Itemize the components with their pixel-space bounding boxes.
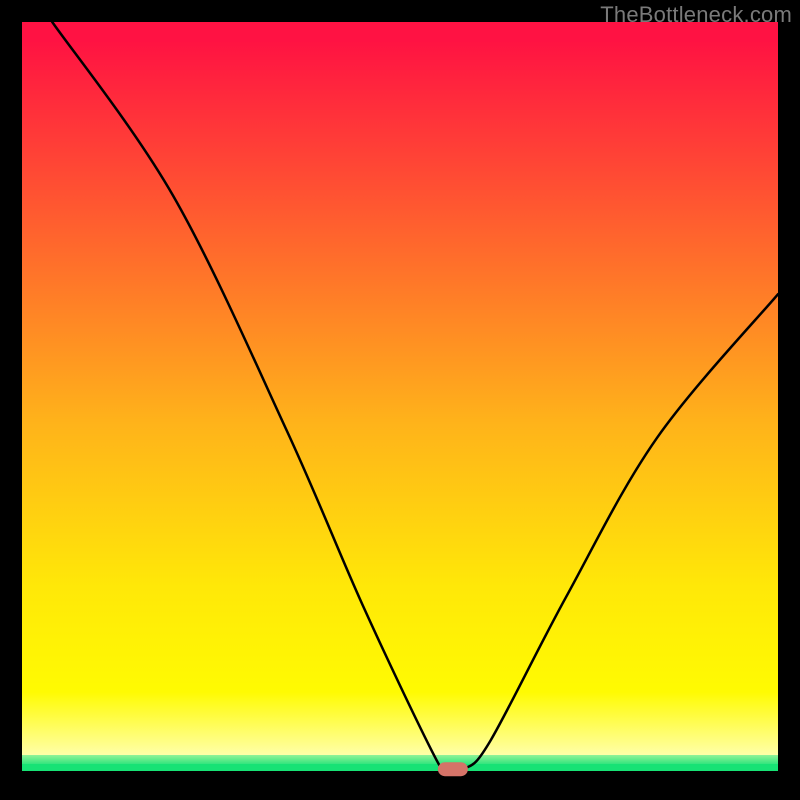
chart-stage: TheBottleneck.com [0,0,800,800]
gradient-band [22,191,778,423]
gradient-band [22,771,778,778]
bottleneck-marker [438,762,468,776]
gradient-band [22,692,778,756]
gradient-band [22,22,778,42]
gradient-band [22,42,778,190]
gradient-band [22,587,778,692]
plot-area [22,22,778,778]
gradient-band [22,423,778,587]
gradient-band [22,755,778,763]
gradient-band [22,764,778,772]
